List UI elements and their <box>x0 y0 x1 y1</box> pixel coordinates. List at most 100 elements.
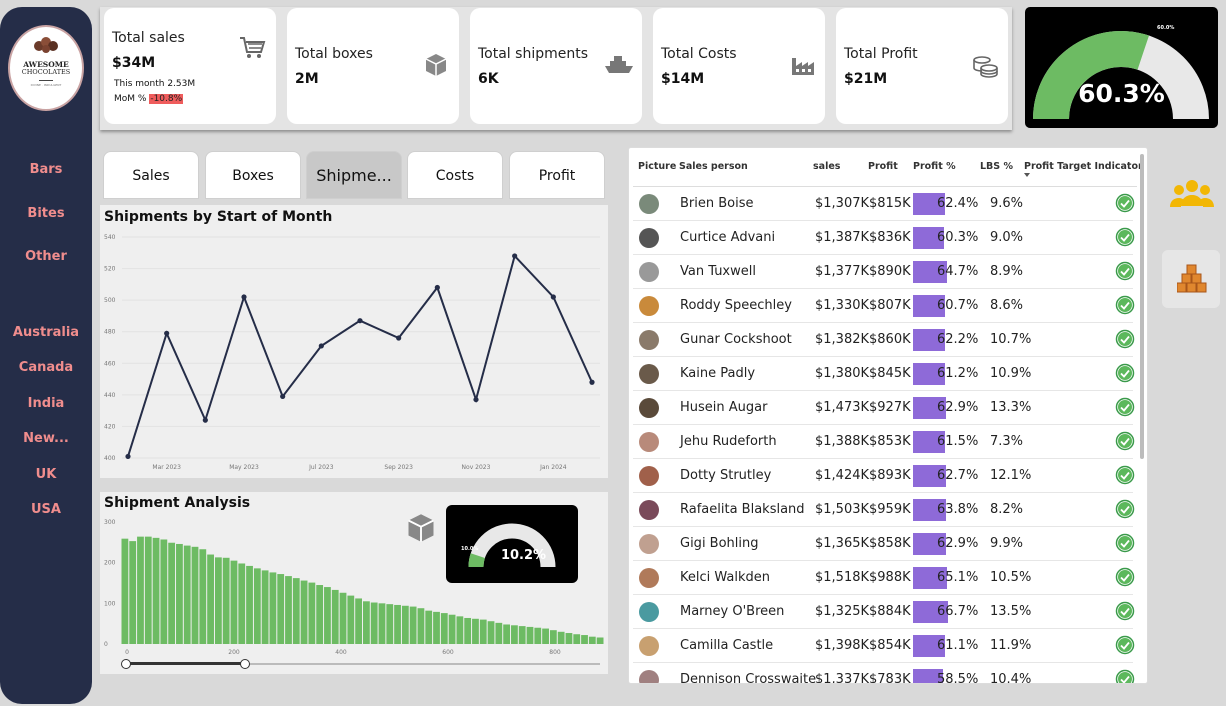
table-row[interactable]: Roddy Speechley $1,330K $807K 60.7% 8.6% <box>633 289 1135 323</box>
data-point[interactable] <box>164 330 170 336</box>
table-row[interactable]: Kaine Padly $1,380K $845K 61.2% 10.9% <box>633 357 1135 391</box>
sort-desc-icon[interactable] <box>1024 173 1030 177</box>
bar[interactable] <box>487 621 495 644</box>
bar[interactable] <box>549 630 557 644</box>
nav-other[interactable]: Other <box>0 249 92 264</box>
col-profit-target-indicator[interactable]: Profit Target Indicator <box>1024 161 1143 172</box>
bar[interactable] <box>269 572 277 644</box>
col-sales[interactable]: sales <box>813 161 840 172</box>
data-point[interactable] <box>318 343 324 349</box>
bar[interactable] <box>409 606 417 644</box>
bar[interactable] <box>144 536 152 644</box>
bar[interactable] <box>479 619 487 644</box>
bar[interactable] <box>588 636 596 644</box>
bar[interactable] <box>448 614 456 644</box>
bar[interactable] <box>160 539 168 644</box>
bar[interactable] <box>285 576 292 644</box>
table-row[interactable]: Van Tuxwell $1,377K $890K 64.7% 8.9% <box>633 255 1135 289</box>
profit-gauge-card[interactable]: 60.3% 60.0% <box>1025 7 1218 128</box>
bar[interactable] <box>565 633 573 644</box>
bar[interactable] <box>347 595 355 644</box>
table-row[interactable]: Brien Boise $1,307K $815K 62.4% 9.6% <box>633 187 1135 221</box>
bar[interactable] <box>503 624 511 644</box>
col-profit[interactable]: Profit <box>868 161 898 172</box>
table-scrollbar[interactable] <box>1140 154 1144 459</box>
bar[interactable] <box>261 570 269 644</box>
table-row[interactable]: Camilla Castle $1,398K $854K 61.1% 11.9% <box>633 629 1135 663</box>
data-point[interactable] <box>125 453 131 460</box>
table-row[interactable]: Rafaelita Blaksland $1,503K $959K 63.8% … <box>633 493 1135 527</box>
data-point[interactable] <box>512 253 518 259</box>
kpi-total-costs[interactable]: Total Costs $14M <box>653 8 825 124</box>
bar[interactable] <box>129 541 137 644</box>
nav-india[interactable]: India <box>0 396 92 411</box>
bar[interactable] <box>440 613 448 644</box>
tab-profit[interactable]: Profit <box>509 151 605 199</box>
bar[interactable] <box>121 538 129 644</box>
nav-uk[interactable]: UK <box>0 467 92 482</box>
kpi-total-profit[interactable]: Total Profit $21M <box>836 8 1008 124</box>
bar[interactable] <box>581 635 588 644</box>
bar[interactable] <box>316 585 324 644</box>
bar[interactable] <box>168 542 176 644</box>
data-point[interactable] <box>280 393 286 400</box>
kpi-total-boxes[interactable]: Total boxes 2M <box>287 8 459 124</box>
table-row[interactable]: Marney O'Breen $1,325K $884K 66.7% 13.5% <box>633 595 1135 629</box>
people-button[interactable] <box>1162 166 1220 224</box>
bar[interactable] <box>526 626 534 644</box>
data-point[interactable] <box>434 284 440 291</box>
data-point[interactable] <box>202 417 208 423</box>
bar[interactable] <box>363 601 370 644</box>
table-row[interactable]: Jehu Rudeforth $1,388K $853K 61.5% 7.3% <box>633 425 1135 459</box>
table-row[interactable]: Kelci Walkden $1,518K $988K 65.1% 10.5% <box>633 561 1135 595</box>
tab-costs[interactable]: Costs <box>407 151 503 199</box>
bar[interactable] <box>331 589 339 644</box>
range-slider-start-handle[interactable] <box>121 659 131 669</box>
bar[interactable] <box>324 587 331 644</box>
nav-new-zealand[interactable]: New... <box>0 431 92 446</box>
nav-australia[interactable]: Australia <box>0 325 92 340</box>
table-row[interactable]: Husein Augar $1,473K $927K 62.9% 13.3% <box>633 391 1135 425</box>
data-point[interactable] <box>396 335 402 341</box>
bar[interactable] <box>542 628 549 644</box>
bar[interactable] <box>199 549 207 644</box>
table-row[interactable]: Gigi Bohling $1,365K $858K 62.9% 9.9% <box>633 527 1135 561</box>
bar[interactable] <box>370 602 378 644</box>
kpi-total-shipments[interactable]: Total shipments 6K <box>470 8 642 124</box>
boxes-button[interactable] <box>1162 250 1220 308</box>
tab-shipments[interactable]: Shipme... <box>306 151 402 199</box>
nav-canada[interactable]: Canada <box>0 360 92 375</box>
tab-boxes[interactable]: Boxes <box>205 151 301 199</box>
col-profit-pct[interactable]: Profit % <box>913 161 956 172</box>
shipments-line-chart[interactable]: 400 420 440 460 480 500 520 540 Mar 2023 May 2023… <box>100 205 608 478</box>
bar[interactable] <box>292 578 300 644</box>
bar[interactable] <box>573 634 581 644</box>
col-sales-person[interactable]: Sales person <box>679 161 748 172</box>
bar[interactable] <box>557 631 565 644</box>
bar[interactable] <box>339 592 347 644</box>
bar[interactable] <box>176 543 183 644</box>
bar[interactable] <box>277 574 285 644</box>
bar[interactable] <box>152 537 160 644</box>
data-point[interactable] <box>589 379 595 385</box>
table-row[interactable]: Gunar Cockshoot $1,382K $860K 62.2% 10.7… <box>633 323 1135 357</box>
data-point[interactable] <box>550 294 556 300</box>
bar[interactable] <box>246 565 253 644</box>
table-row[interactable]: Dotty Strutley $1,424K $893K 62.7% 12.1% <box>633 459 1135 493</box>
bar[interactable] <box>386 604 394 644</box>
bar[interactable] <box>417 608 425 644</box>
bar[interactable] <box>207 554 214 644</box>
col-lbs-pct[interactable]: LBS % <box>980 161 1013 172</box>
bar[interactable] <box>456 616 464 644</box>
bar[interactable] <box>495 622 503 644</box>
bar[interactable] <box>596 637 604 644</box>
bar[interactable] <box>214 557 222 644</box>
bar[interactable] <box>511 625 518 644</box>
table-row[interactable]: Dennison Crosswaite $1,337K $783K 58.5% … <box>633 663 1135 683</box>
bar[interactable] <box>394 604 401 644</box>
nav-usa[interactable]: USA <box>0 502 92 517</box>
bar[interactable] <box>230 560 238 644</box>
bar[interactable] <box>222 557 230 644</box>
bar[interactable] <box>308 582 316 644</box>
bar[interactable] <box>472 618 479 644</box>
